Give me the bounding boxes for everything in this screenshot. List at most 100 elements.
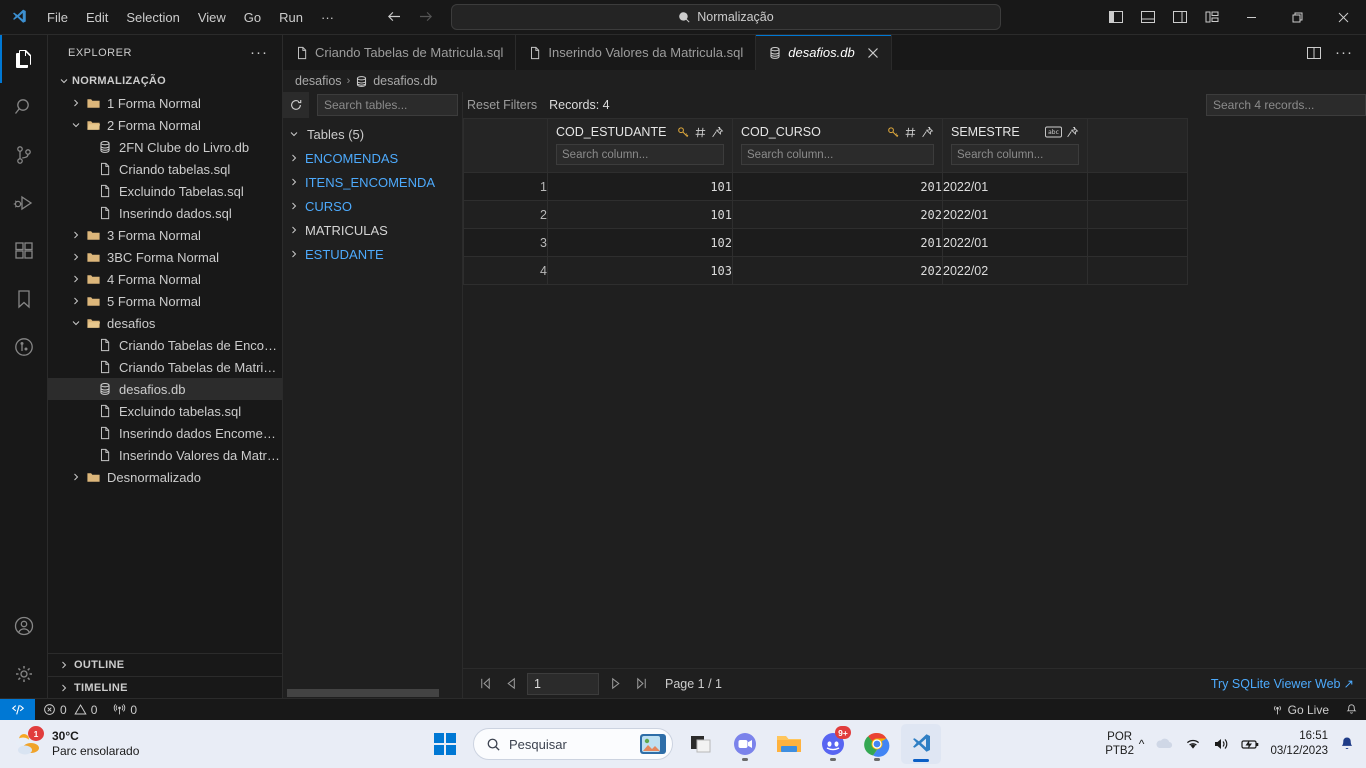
pin-icon[interactable] [1066,126,1079,139]
try-sqlite-viewer-web-link[interactable]: Try SQLite Viewer Web ↗ [1211,676,1354,692]
chevron-right-icon[interactable] [283,224,305,236]
customize-layout-icon[interactable] [1196,0,1228,35]
table-row[interactable]: 4 103 202 2022/02 [463,256,1188,285]
table-list-item[interactable]: ENCOMENDAS [283,146,462,170]
tree-file-row[interactable]: Excluindo Tabelas.sql [48,180,282,202]
taskbar-search-box[interactable]: Pesquisar [473,728,673,760]
refresh-icon[interactable] [283,92,309,118]
breadcrumb[interactable]: desafios › desafios.db [283,70,1366,92]
windows-start-icon[interactable] [425,724,465,764]
tree-file-row[interactable]: Criando Tabelas de Matricul... [48,356,282,378]
table-cell[interactable]: 202 [732,200,943,229]
reset-filters-button[interactable]: Reset Filters [463,98,537,112]
tree-folder-row[interactable]: desafios [48,312,282,334]
window-close-button[interactable] [1320,0,1366,35]
go-live-button[interactable]: Go Live [1263,699,1337,721]
column-search-input[interactable]: Search column... [741,144,934,165]
table-name[interactable]: CURSO [305,199,352,214]
file-explorer-icon[interactable] [769,724,809,764]
tree-folder-row[interactable]: 3BC Forma Normal [48,246,282,268]
menu-edit[interactable]: Edit [77,6,117,29]
column-search-input[interactable]: Search column... [951,144,1079,165]
explorer-more-actions-icon[interactable]: ··· [244,44,274,61]
arrow-left-icon[interactable] [385,8,403,26]
table-name[interactable]: ITENS_ENCOMENDA [305,175,435,190]
tree-folder-row[interactable]: 5 Forma Normal [48,290,282,312]
menu-go[interactable]: Go [235,6,270,29]
language-indicator[interactable]: POR PTB2 [1105,731,1134,759]
table-name[interactable]: ENCOMENDAS [305,151,398,166]
editor-tab[interactable]: Criando Tabelas de Matricula.sql [283,35,517,70]
table-cell[interactable]: 102 [547,228,733,257]
tree-file-row[interactable]: Inserindo dados.sql [48,202,282,224]
menu-more[interactable]: ··· [312,6,343,29]
widgets-thumbnail-icon[interactable] [640,734,666,754]
tree-folder-row[interactable]: Desnormalizado [48,466,282,488]
close-icon[interactable] [867,47,879,59]
page-first-icon[interactable] [475,674,495,694]
tree-file-row[interactable]: desafios.db [48,378,282,400]
tables-list[interactable]: Tables (5) ENCOMENDAS ITENS_ENCOMENDA CURS… [283,118,462,688]
navigation-arrows[interactable] [385,8,435,26]
chevron-right-icon[interactable] [283,176,305,188]
menu-file[interactable]: File [38,6,77,29]
tree-file-row[interactable]: Criando tabelas.sql [48,158,282,180]
command-center[interactable]: Normalização [451,4,1001,30]
table-name[interactable]: MATRICULAS [305,223,388,238]
activity-explorer-icon[interactable] [0,35,48,83]
table-row[interactable]: 2 101 202 2022/01 [463,200,1188,229]
chevron-right-icon[interactable] [283,248,305,260]
menu-bar[interactable]: File Edit Selection View Go Run ··· [38,6,343,29]
column-header[interactable]: COD_CURSO Search column... [732,118,943,173]
table-row[interactable]: 1 101 201 2022/01 [463,172,1188,201]
page-next-icon[interactable] [605,674,625,694]
editor-more-actions-icon[interactable]: ··· [1330,35,1358,70]
chrome-icon[interactable] [857,724,897,764]
integer-type-icon[interactable] [694,126,707,139]
table-cell[interactable]: 202 [732,256,943,285]
table-cell[interactable]: 2022/01 [942,228,1088,257]
outline-panel-header[interactable]: OUTLINE [48,654,282,676]
editor-tab[interactable]: Inserindo Valores da Matricula.sql [516,35,757,70]
chevron-right-icon[interactable] [283,152,305,164]
tree-file-row[interactable]: Inserindo Valores da Matric... [48,444,282,466]
notifications-bell-icon[interactable] [1337,699,1366,721]
table-cell[interactable]: 101 [547,200,733,229]
pin-icon[interactable] [921,126,934,139]
table-cell[interactable]: 2022/01 [942,172,1088,201]
column-header[interactable]: COD_ESTUDANTE Search column... [547,118,733,173]
activity-bookmark-icon[interactable] [0,275,48,323]
table-cell[interactable]: 201 [732,228,943,257]
tree-file-row[interactable]: Criando Tabelas de Encome... [48,334,282,356]
tree-folder-row[interactable]: 1 Forma Normal [48,92,282,114]
breadcrumb-file[interactable]: desafios.db [373,74,437,88]
search-records-input[interactable]: Search 4 records... [1206,94,1366,116]
table-cell[interactable]: 2022/02 [942,256,1088,285]
table-name[interactable]: ESTUDANTE [305,247,384,262]
tree-folder-row[interactable]: 3 Forma Normal [48,224,282,246]
ports-status[interactable]: 0 [105,699,145,721]
chevron-right-icon[interactable] [283,200,305,212]
page-last-icon[interactable] [631,674,651,694]
tree-file-row[interactable]: Inserindo dados Encomend... [48,422,282,444]
task-view-icon[interactable] [681,724,721,764]
menu-selection[interactable]: Selection [117,6,188,29]
activity-run-debug-icon[interactable] [0,179,48,227]
activity-git-graph-icon[interactable] [0,323,48,371]
page-number-input[interactable]: 1 [527,672,599,695]
table-cell[interactable]: 103 [547,256,733,285]
file-tree[interactable]: NORMALIZAÇÃO 1 Forma Normal 2 Forma Norma… [48,70,282,653]
tree-file-row[interactable]: Excluindo tabelas.sql [48,400,282,422]
editor-tab[interactable]: desafios.db [756,35,892,70]
tree-folder-row[interactable]: 4 Forma Normal [48,268,282,290]
timeline-panel-header[interactable]: TIMELINE [48,676,282,698]
pin-icon[interactable] [711,126,724,139]
vscode-taskbar-icon[interactable] [901,724,941,764]
window-minimize-button[interactable] [1228,0,1274,35]
toggle-secondary-sidebar-icon[interactable] [1164,0,1196,35]
activity-source-control-icon[interactable] [0,131,48,179]
tree-file-row[interactable]: 2FN Clube do Livro.db [48,136,282,158]
column-header[interactable]: SEMESTRE abc Search column... [942,118,1088,173]
problems-status[interactable]: 0 0 [35,699,105,721]
scrollbar-thumb[interactable] [287,689,439,697]
